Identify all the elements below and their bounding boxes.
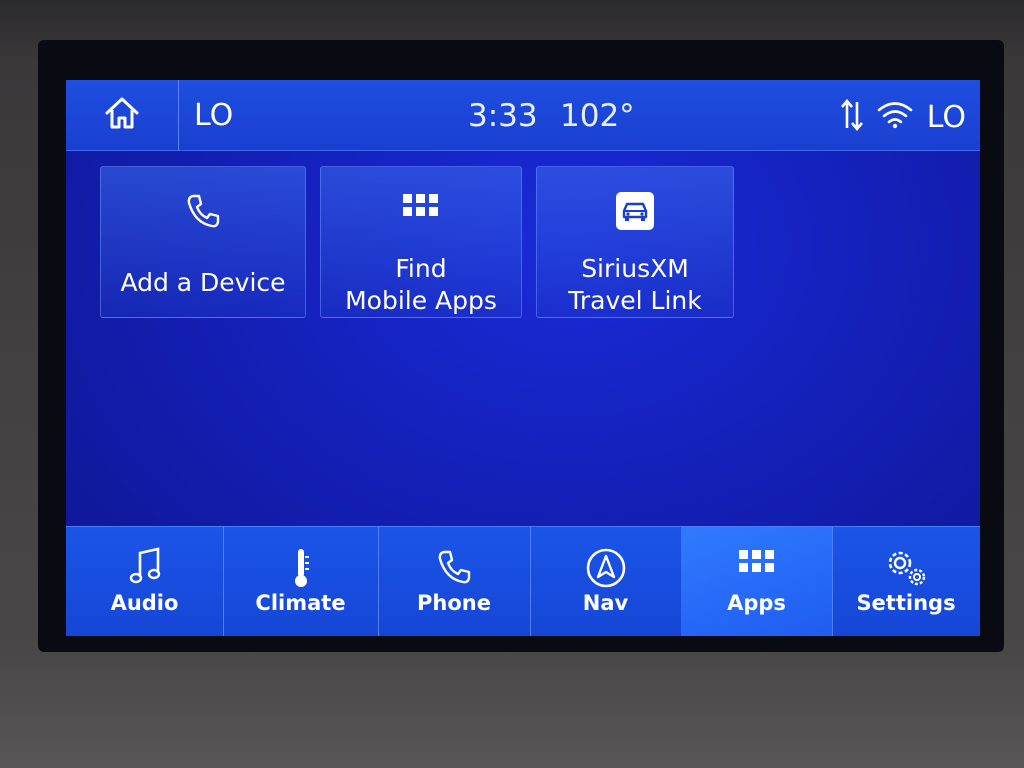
nav-apps-label: Apps xyxy=(727,591,786,615)
nav-settings[interactable]: Settings xyxy=(832,527,980,636)
car-icon xyxy=(537,191,733,231)
nav-phone[interactable]: Phone xyxy=(378,527,531,636)
siriusxm-travel-link-tile[interactable]: SiriusXM Travel Link xyxy=(536,166,734,318)
music-note-icon xyxy=(66,547,223,587)
find-apps-label-line2: Mobile Apps xyxy=(345,286,497,315)
find-mobile-apps-tile[interactable]: Find Mobile Apps xyxy=(320,166,522,318)
siriusxm-label-line2: Travel Link xyxy=(568,286,702,315)
app-grid-icon xyxy=(681,547,832,587)
thermometer-icon xyxy=(223,547,378,587)
status-indicators: LO xyxy=(840,98,966,136)
bottom-nav-bar: Audio Climate Phone Nav Apps Settings xyxy=(66,526,980,636)
home-button[interactable] xyxy=(66,80,179,150)
passenger-temp-setting[interactable]: LO xyxy=(927,100,966,135)
find-apps-label-line1: Find xyxy=(395,254,447,283)
siriusxm-label-line1: SiriusXM xyxy=(581,254,689,283)
nav-navigation-label: Nav xyxy=(582,591,629,615)
nav-climate[interactable]: Climate xyxy=(223,527,379,636)
gears-icon xyxy=(832,547,980,587)
home-icon xyxy=(104,96,140,134)
status-bar: LO 3:33 102° LO xyxy=(66,80,980,151)
add-device-tile[interactable]: Add a Device xyxy=(100,166,306,318)
nav-settings-label: Settings xyxy=(856,591,956,615)
nav-climate-label: Climate xyxy=(255,591,346,615)
nav-audio-label: Audio xyxy=(110,591,179,615)
nav-phone-label: Phone xyxy=(417,591,491,615)
app-grid-icon xyxy=(321,191,521,231)
driver-temp-setting[interactable]: LO xyxy=(194,98,233,133)
infotainment-screen: LO 3:33 102° LO Add a Device Find Mobile… xyxy=(66,80,980,636)
nav-audio[interactable]: Audio xyxy=(66,527,224,636)
compass-arrow-icon xyxy=(530,547,681,588)
clock: 3:33 xyxy=(468,98,538,134)
add-device-label: Add a Device xyxy=(120,268,286,297)
phone-icon xyxy=(101,191,305,231)
wifi-icon xyxy=(877,101,913,133)
nav-apps[interactable]: Apps xyxy=(681,527,833,636)
data-transfer-icon xyxy=(840,98,863,136)
nav-navigation[interactable]: Nav xyxy=(530,527,682,636)
outside-temperature: 102° xyxy=(560,98,635,134)
phone-icon xyxy=(378,547,530,587)
